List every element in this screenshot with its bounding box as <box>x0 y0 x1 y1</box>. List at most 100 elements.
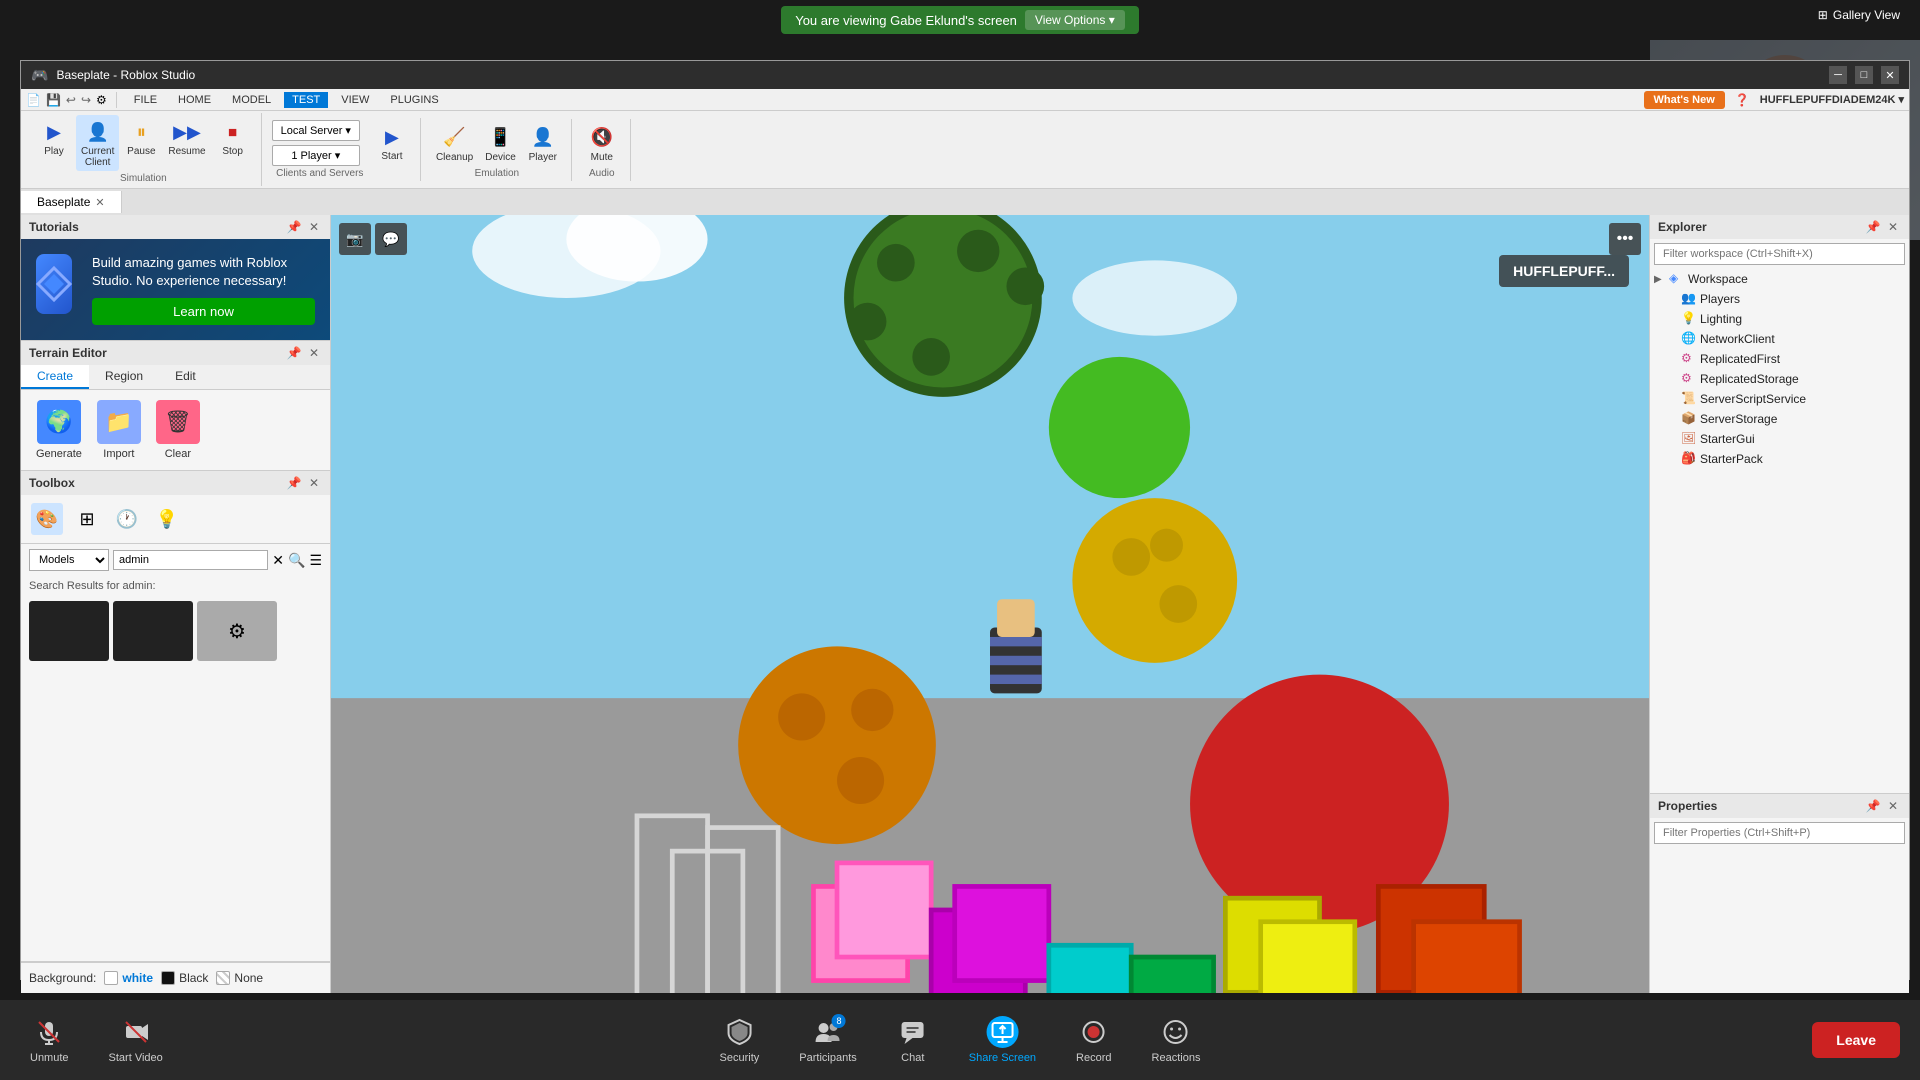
chat-button[interactable]: Chat <box>887 1011 939 1069</box>
toolbox-search-button[interactable]: 🔍 <box>288 552 305 569</box>
tree-item-starterpack[interactable]: 🎒 StarterPack <box>1650 449 1909 469</box>
tutorials-close-button[interactable]: ✕ <box>306 219 322 235</box>
viewport-chat-button[interactable]: 💬 <box>375 223 407 255</box>
search-result-item[interactable]: ⚙ <box>197 601 277 661</box>
import-icon: 📁 <box>97 400 141 444</box>
toolbox-category-models[interactable]: 🎨 <box>31 503 63 535</box>
search-result-item[interactable] <box>29 601 109 661</box>
explorer-filter-input[interactable] <box>1654 243 1905 265</box>
toolbox-category-recent[interactable]: 🕐 <box>111 503 143 535</box>
reactions-button[interactable]: Reactions <box>1142 1011 1211 1069</box>
toolbox-category-select[interactable]: Models <box>29 549 109 571</box>
menu-test[interactable]: TEST <box>284 92 328 108</box>
toolbox-category-grid[interactable]: ⊞ <box>71 503 103 535</box>
toolbox-search-clear[interactable]: ✕ <box>272 552 284 569</box>
stop-button[interactable]: ⏹ Stop <box>213 115 253 171</box>
local-server-dropdown[interactable]: Local Server ▾ <box>272 120 360 141</box>
terrain-generate-tool[interactable]: 🌍 Generate <box>36 400 82 460</box>
terrain-tab-create[interactable]: Create <box>21 365 89 389</box>
viewport-toolbar: 📷 💬 <box>339 223 407 255</box>
baseplate-tab[interactable]: Baseplate ✕ <box>21 191 122 213</box>
play-button[interactable]: ▶ Play <box>34 115 74 171</box>
cleanup-button[interactable]: 🧹 Cleanup <box>431 121 478 166</box>
unmute-button[interactable]: Unmute <box>20 1011 79 1069</box>
whats-new-button[interactable]: What's New <box>1644 91 1725 109</box>
explorer-pin-button[interactable]: 📌 <box>1865 219 1881 235</box>
window-title: Baseplate - Roblox Studio <box>56 68 195 82</box>
viewport-more-button[interactable]: ••• <box>1609 223 1641 255</box>
security-button[interactable]: Security <box>710 1011 770 1069</box>
toolbox-search-input[interactable] <box>113 550 268 570</box>
properties-header: Properties 📌 ✕ <box>1650 794 1909 818</box>
menu-plugins[interactable]: PLUGINS <box>382 92 446 108</box>
menu-model[interactable]: MODEL <box>224 92 279 108</box>
share-screen-button[interactable]: Share Screen <box>959 1011 1046 1069</box>
baseplate-tab-close[interactable]: ✕ <box>95 196 104 209</box>
tree-item-serverstorage[interactable]: 📦 ServerStorage <box>1650 409 1909 429</box>
leave-button[interactable]: Leave <box>1812 1022 1900 1058</box>
window-close-button[interactable]: ✕ <box>1881 66 1899 84</box>
lighting-icon: 💡 <box>1681 311 1697 327</box>
resume-button[interactable]: ▶▶ Resume <box>163 115 210 171</box>
window-minimize-button[interactable]: ─ <box>1829 66 1847 84</box>
explorer-close-button[interactable]: ✕ <box>1885 219 1901 235</box>
explorer-title: Explorer <box>1658 220 1707 234</box>
record-button[interactable]: Record <box>1066 1011 1121 1069</box>
terrain-import-tool[interactable]: 📁 Import <box>97 400 141 460</box>
emulation-label: Emulation <box>475 168 519 179</box>
tree-item-replicatedfirst[interactable]: ⚙ ReplicatedFirst <box>1650 349 1909 369</box>
properties-filter-input[interactable] <box>1654 822 1905 844</box>
bg-black-option[interactable]: Black <box>161 971 208 985</box>
terrain-pin-button[interactable]: 📌 <box>286 345 302 361</box>
window-maximize-button[interactable]: □ <box>1855 66 1873 84</box>
tree-item-players[interactable]: 👥 Players <box>1650 289 1909 309</box>
left-panels: Tutorials 📌 ✕ <box>21 215 331 993</box>
start-button[interactable]: ▶ Start <box>372 120 412 165</box>
tree-item-serverscriptservice[interactable]: 📜 ServerScriptService <box>1650 389 1909 409</box>
menu-file[interactable]: FILE <box>126 92 165 108</box>
pause-button[interactable]: ⏸ Pause <box>121 115 161 171</box>
studio-body: Tutorials 📌 ✕ <box>21 215 1909 993</box>
search-result-item[interactable] <box>113 601 193 661</box>
gallery-view-button[interactable]: ⊞ Gallery View <box>1818 8 1900 22</box>
tree-item-workspace[interactable]: ▶ ◈ Workspace <box>1650 269 1909 289</box>
view-options-button[interactable]: View Options ▾ <box>1025 10 1125 30</box>
current-client-button[interactable]: 👤 CurrentClient <box>76 115 119 171</box>
tree-item-startergui[interactable]: 🖼 StarterGui <box>1650 429 1909 449</box>
toolbox-pin-button[interactable]: 📌 <box>286 475 302 491</box>
start-video-button[interactable]: Start Video <box>99 1011 173 1069</box>
tree-item-replicatedstorage[interactable]: ⚙ ReplicatedStorage <box>1650 369 1909 389</box>
tutorials-pin-button[interactable]: 📌 <box>286 219 302 235</box>
terrain-clear-tool[interactable]: 🗑 Clear <box>156 400 200 460</box>
bg-none-option[interactable]: None <box>216 971 263 985</box>
toolbox-title: Toolbox <box>29 476 75 490</box>
tree-item-networkclient[interactable]: 🌐 NetworkClient <box>1650 329 1909 349</box>
toolbox-filter-button[interactable]: ☰ <box>309 552 322 569</box>
mute-button[interactable]: 🔇 Mute <box>582 121 622 166</box>
viewport[interactable]: 📷 💬 ••• HUFFLEPUFF... <box>331 215 1649 993</box>
chat-icon <box>897 1016 929 1048</box>
terrain-tab-edit[interactable]: Edit <box>159 365 212 389</box>
bg-white-option[interactable]: white <box>104 971 153 985</box>
toolbox-category-light[interactable]: 💡 <box>151 503 183 535</box>
player-count-dropdown[interactable]: 1 Player ▾ <box>272 145 360 166</box>
bg-black-label: Black <box>179 971 208 985</box>
player-emu-button[interactable]: 👤 Player <box>523 121 563 166</box>
tree-item-lighting[interactable]: 💡 Lighting <box>1650 309 1909 329</box>
toolbox-close-button[interactable]: ✕ <box>306 475 322 491</box>
properties-pin-button[interactable]: 📌 <box>1865 798 1881 814</box>
reactions-label: Reactions <box>1152 1052 1201 1064</box>
properties-close-button[interactable]: ✕ <box>1885 798 1901 814</box>
device-button[interactable]: 📱 Device <box>480 121 521 166</box>
terrain-editor-controls: 📌 ✕ <box>286 345 322 361</box>
menu-home[interactable]: HOME <box>170 92 219 108</box>
participants-button[interactable]: 8 Participants <box>789 1011 866 1069</box>
import-label: Import <box>103 448 134 460</box>
learn-now-button[interactable]: Learn now <box>92 298 315 325</box>
tutorials-header: Tutorials 📌 ✕ <box>21 215 330 239</box>
menu-view[interactable]: VIEW <box>333 92 377 108</box>
viewport-camera-button[interactable]: 📷 <box>339 223 371 255</box>
terrain-close-button[interactable]: ✕ <box>306 345 322 361</box>
terrain-tab-region[interactable]: Region <box>89 365 159 389</box>
generate-icon: 🌍 <box>37 400 81 444</box>
